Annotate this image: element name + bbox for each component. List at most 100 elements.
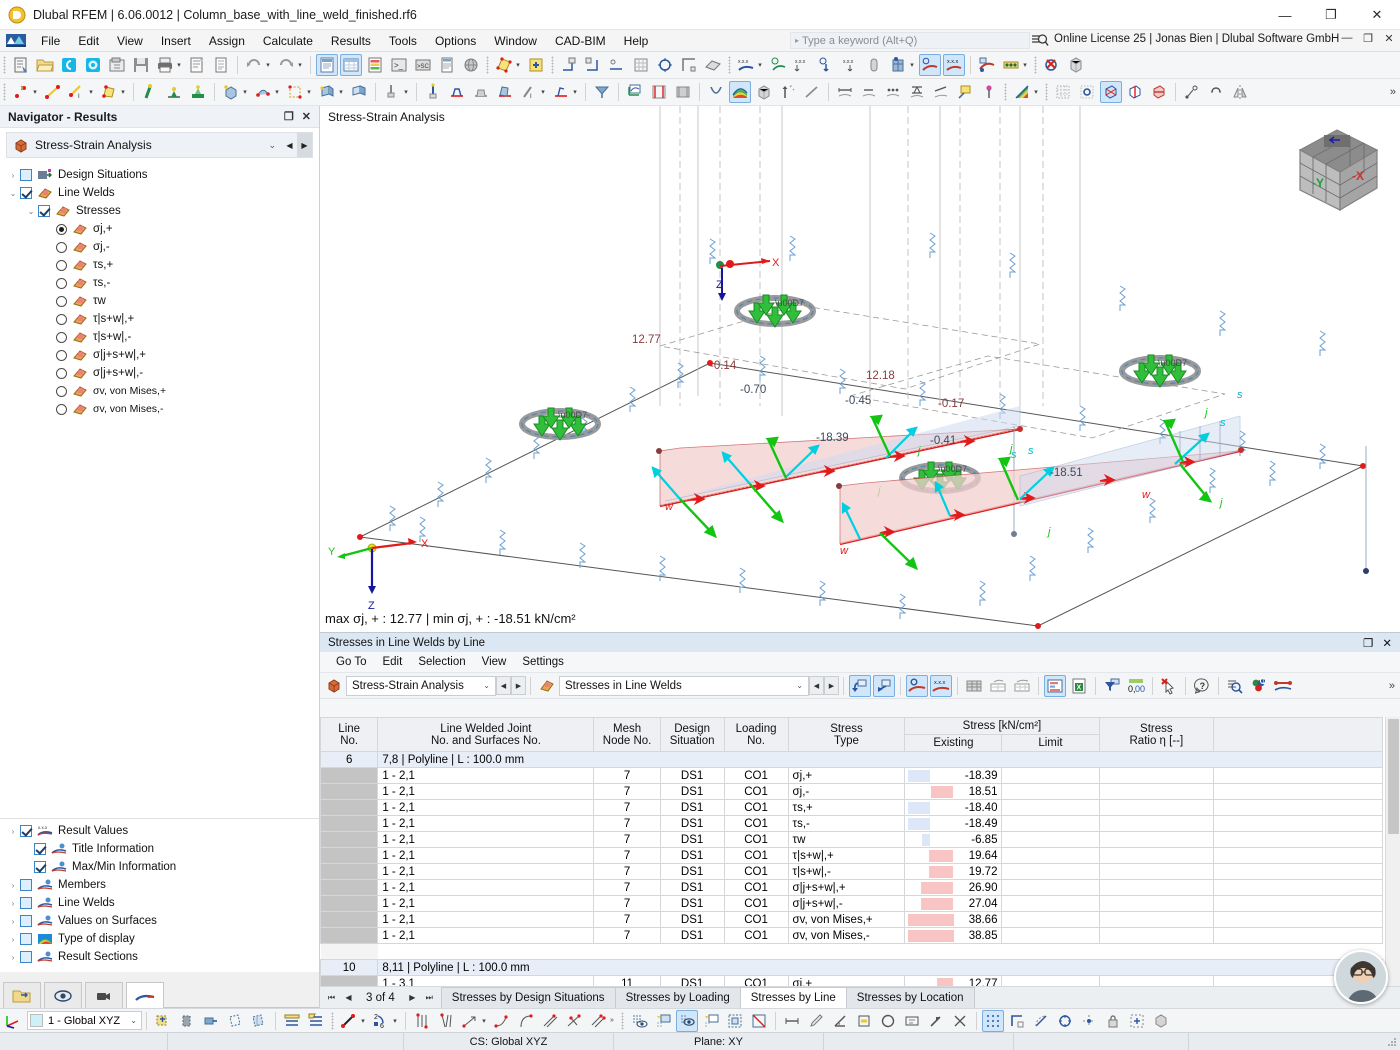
menu-calculate[interactable]: Calculate [254,32,322,50]
trace-toggle-icon[interactable] [1078,1010,1100,1032]
offset-line-icon[interactable] [587,1010,609,1032]
help-icon[interactable]: ? [1191,675,1213,697]
navigator-close-button[interactable]: ✕ [302,110,311,123]
menu-insert[interactable]: Insert [152,32,200,50]
intersect-lines-icon[interactable] [539,1010,561,1032]
decimal-places-icon[interactable]: 0,00 [1125,675,1147,697]
expander-icon[interactable]: › [6,881,20,890]
show-results-icon[interactable] [919,54,941,76]
table-row[interactable]: 1 - 2,1 7 DS1 CO1 σv, von Mises,+ 38.66 [321,912,1383,928]
expander-icon[interactable]: › [6,953,20,962]
dimension-linear-icon[interactable] [834,81,856,103]
table-menu-edit[interactable]: Edit [374,655,410,669]
globe-icon[interactable] [460,54,482,76]
tree-item-stresses[interactable]: ⌄ Stresses [0,202,319,220]
menu-tools[interactable]: Tools [380,32,426,50]
expander-icon[interactable]: › [6,171,20,180]
open-folder-icon[interactable] [34,54,56,76]
load-values-icon[interactable]: x.x.x [791,54,813,76]
film-strip-icon[interactable] [672,81,694,103]
member-hinge-icon[interactable] [446,81,468,103]
expander-icon[interactable]: › [6,899,20,908]
loads-display-icon[interactable] [767,54,789,76]
result-filter-dropdown-icon[interactable]: ▾ [1021,61,1029,69]
color-scale-dropdown-icon[interactable]: ▾ [1032,88,1040,96]
menu-assign[interactable]: Assign [200,32,254,50]
chevron-down-icon[interactable]: ⌄ [483,681,490,690]
new-line-icon[interactable] [42,81,64,103]
tree-item-sigma-j-plus[interactable]: σj,+ [0,220,319,238]
menu-view[interactable]: View [108,32,152,50]
table-row[interactable]: 1 - 2,1 7 DS1 CO1 σv, von Mises,- 38.85 [321,928,1383,944]
delete-results-icon[interactable] [1041,54,1063,76]
grid-snap-icon[interactable] [606,54,628,76]
divisions-icon[interactable]: 26 [370,1010,392,1032]
new-opening-icon[interactable] [284,81,306,103]
view-perspective-icon[interactable] [591,81,613,103]
search-settings-icon[interactable] [1031,32,1049,49]
result-values-dropdown-icon[interactable]: ▾ [756,61,764,69]
checkbox[interactable] [20,825,32,837]
close-button[interactable]: ✕ [1354,0,1400,30]
new-surface-set-dropdown-icon[interactable]: ▾ [337,88,345,96]
ortho-toggle-icon[interactable] [1006,1010,1028,1032]
working-plane-icon[interactable] [305,1010,327,1032]
surface-release-icon[interactable] [494,81,516,103]
views-navigator-tab[interactable] [85,982,123,1008]
tree-item-result-sections[interactable]: › Result Sections [0,948,319,966]
text-annotation-icon[interactable] [954,81,976,103]
render-mode-icon[interactable] [863,54,885,76]
pencil-icon[interactable] [805,1010,827,1032]
clipping-box-icon[interactable] [724,1010,746,1032]
checkbox[interactable] [20,915,32,927]
checkbox[interactable] [20,897,32,909]
new-model-icon[interactable] [10,54,32,76]
quick-search-input[interactable]: ▸ Type a keyword (Alt+Q) [790,32,1030,49]
model-display-dropdown-icon[interactable]: ▾ [908,61,916,69]
new-contact-icon[interactable] [252,81,274,103]
line-support-icon[interactable] [422,81,444,103]
menu-window[interactable]: Window [485,32,546,50]
solid-model-icon[interactable] [1065,54,1087,76]
expander-icon[interactable]: › [6,827,20,836]
table-row[interactable]: 1 - 2,1 7 DS1 CO1 σj,- 18.51 [321,784,1383,800]
col-header-line-no[interactable]: Line No. [321,718,378,752]
col-header-mesh-node[interactable]: Mesh Node No. [594,718,660,752]
support-reactions-icon[interactable] [815,54,837,76]
color-results-icon[interactable] [729,81,751,103]
clipping-plane-icon[interactable] [700,1010,722,1032]
chevron-down-icon[interactable]: ⌄ [130,1016,137,1025]
snap-to-surface-icon[interactable] [200,1010,222,1032]
bottombar-overflow-button[interactable]: » [608,1017,616,1024]
tree-item-tau-s-minus[interactable]: τs,- [0,274,319,292]
node-values-icon[interactable]: x.x.x [839,54,861,76]
doc-close-button[interactable]: ✕ [1382,32,1396,45]
coordinate-system-selector[interactable]: 1 - Global XYZ ⌄ [27,1011,142,1030]
pager-next-button[interactable]: ▶ [405,990,420,1006]
tab-stresses-by-loading[interactable]: Stresses by Loading [615,987,741,1008]
table-group-row[interactable]: 6 7,8 | Polyline | L : 100.0 mm [321,752,1383,768]
radio-button[interactable] [56,350,67,361]
object-snap-point-icon[interactable] [338,1010,360,1032]
grid-snap-toggle-icon[interactable] [982,1010,1004,1032]
console-icon[interactable]: >_ [388,54,410,76]
pager-first-button[interactable]: ⏮ [324,990,339,1006]
measure-distance-icon[interactable] [781,1010,803,1032]
arc-line-icon[interactable] [515,1010,537,1032]
radio-button[interactable] [56,224,67,235]
filter-icon[interactable] [1101,675,1123,697]
table-results-next-button[interactable]: ▶ [824,676,839,695]
resize-grip-icon[interactable] [1386,1036,1398,1048]
expander-icon[interactable]: ⌄ [6,189,20,198]
nodal-support-icon[interactable] [381,81,403,103]
new-surface-icon[interactable] [98,81,120,103]
table-row[interactable]: 1 - 2,1 7 DS1 CO1 σj,+ -18.39 [321,768,1383,784]
snap-to-line-icon[interactable] [176,1010,198,1032]
grid-display-icon[interactable] [630,54,652,76]
new-opening-dropdown-icon[interactable]: ▾ [305,88,313,96]
tree-item-sigma-jsw-minus[interactable]: σ|j+s+w|,- [0,364,319,382]
select-surface-icon[interactable] [493,54,515,76]
menu-cad-bim[interactable]: CAD-BIM [546,32,615,50]
table-toolbar-overflow-button[interactable]: » [1389,680,1400,692]
table-panel-restore-button[interactable]: ❐ [1363,636,1373,650]
